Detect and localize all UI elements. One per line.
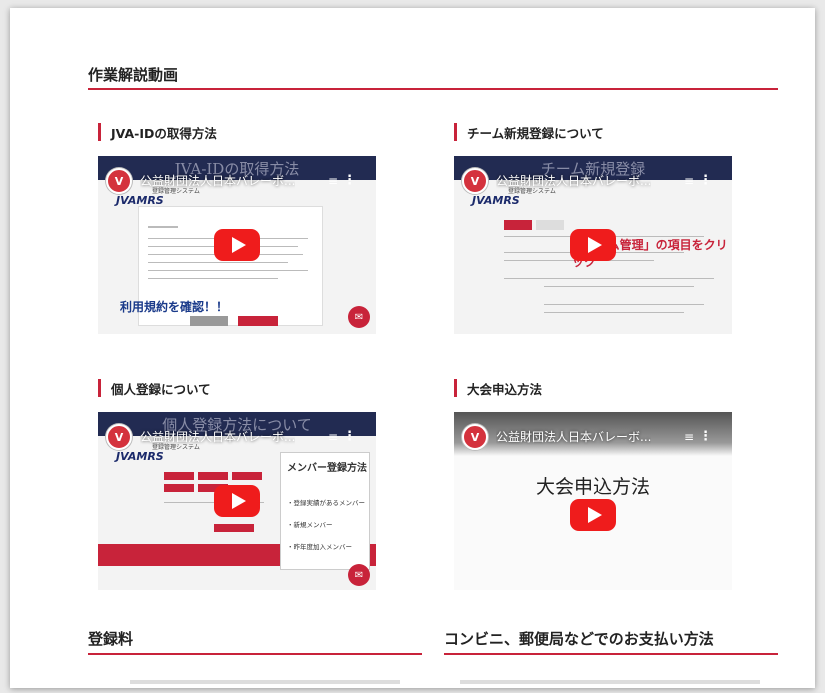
channel-logo[interactable]: V <box>462 168 488 194</box>
heading-accent-bar <box>98 123 101 141</box>
video-player-tournament-application[interactable]: 大会申込方法 V 公益財団法人日本バレーボ... ≡ ⋮ <box>454 412 732 590</box>
member-registration-menu: メンバー登録方法 ・登録実績があるメンバー ・新規メンバー ・昨年度加入メンバー <box>280 452 370 570</box>
channel-logo[interactable]: V <box>106 424 132 450</box>
menu-title: メンバー登録方法 <box>287 463 367 474</box>
play-icon <box>587 237 602 253</box>
fee-section-divider <box>88 653 422 655</box>
more-options-icon[interactable]: ⋮ <box>343 429 356 444</box>
video-heading: 大会申込方法 <box>467 381 543 397</box>
video-caption-overlay: 利用規約を確認！！ <box>120 300 229 314</box>
heading-accent-bar <box>454 123 457 141</box>
video-player-individual-registration[interactable]: 個人登録方法について 登録管理システム JVAMRS メンバー登録方法 ・登録実… <box>98 412 376 590</box>
play-icon <box>231 493 246 509</box>
channel-logo[interactable]: V <box>106 168 132 194</box>
brand-logo-text: JVAMRS <box>116 194 164 207</box>
channel-title[interactable]: 公益財団法人日本バレーボ... <box>140 428 295 445</box>
play-button[interactable] <box>214 229 260 261</box>
more-options-icon[interactable]: ⋮ <box>343 173 356 188</box>
video-item-individual-registration: 個人登録について 個人登録方法について 登録管理システム JVAMRS メンバー… <box>98 378 376 590</box>
payment-section-divider <box>444 653 778 655</box>
video-heading: チーム新規登録について <box>467 125 604 141</box>
content-card: 作業解説動画 JVA-IDの取得方法 JVA-IDの取得方法 登録管理システム … <box>10 8 815 688</box>
channel-logo[interactable]: V <box>462 424 488 450</box>
fee-section-title: 登録料 <box>88 630 134 648</box>
video-slide-title: 大会申込方法 <box>535 476 650 498</box>
brand-logo-text: JVAMRS <box>472 194 520 207</box>
menu-item: ・登録実績があるメンバー <box>287 499 365 507</box>
video-player-team-registration[interactable]: チーム新規登録 登録管理システム JVAMRS 「チーム管理」の項目をクリック … <box>454 156 732 334</box>
menu-item: ・新規メンバー <box>287 521 333 529</box>
chat-icon[interactable]: ✉ <box>348 306 370 328</box>
video-item-team-registration: チーム新規登録について チーム新規登録 登録管理システム JVAMRS 「チーム… <box>454 122 732 334</box>
brand-logo-text: JVAMRS <box>116 450 164 463</box>
channel-title[interactable]: 公益財団法人日本バレーボ... <box>140 172 295 189</box>
payment-section-title: コンビニ、郵便局などでのお支払い方法 <box>444 630 714 648</box>
heading-accent-bar <box>454 379 457 397</box>
play-button[interactable] <box>214 485 260 517</box>
play-icon <box>587 507 602 524</box>
play-button[interactable] <box>570 499 616 532</box>
section-title: 作業解説動画 <box>88 66 179 84</box>
playlist-icon[interactable]: ≡ <box>328 174 338 188</box>
heading-accent-bar <box>98 379 101 397</box>
video-heading: 個人登録について <box>111 381 211 397</box>
channel-title[interactable]: 公益財団法人日本バレーボ... <box>496 428 651 445</box>
video-item-jva-id: JVA-IDの取得方法 JVA-IDの取得方法 登録管理システム JVAMRS … <box>98 122 376 334</box>
playlist-icon[interactable]: ≡ <box>684 430 694 444</box>
video-player-jva-id[interactable]: JVA-IDの取得方法 登録管理システム JVAMRS 利用規約を確認！！ V … <box>98 156 376 334</box>
play-button[interactable] <box>570 229 616 261</box>
play-icon <box>231 237 246 253</box>
channel-title[interactable]: 公益財団法人日本バレーボ... <box>496 172 651 189</box>
chat-icon[interactable]: ✉ <box>348 564 370 586</box>
section-divider <box>88 88 778 90</box>
playlist-icon[interactable]: ≡ <box>328 430 338 444</box>
video-heading: JVA-IDの取得方法 <box>111 125 217 141</box>
more-options-icon[interactable]: ⋮ <box>699 173 712 188</box>
video-item-tournament-application: 大会申込方法 大会申込方法 V 公益財団法人日本バレーボ... ≡ ⋮ <box>454 378 732 590</box>
more-options-icon[interactable]: ⋮ <box>699 429 712 444</box>
playlist-icon[interactable]: ≡ <box>684 174 694 188</box>
menu-item: ・昨年度加入メンバー <box>287 543 352 551</box>
